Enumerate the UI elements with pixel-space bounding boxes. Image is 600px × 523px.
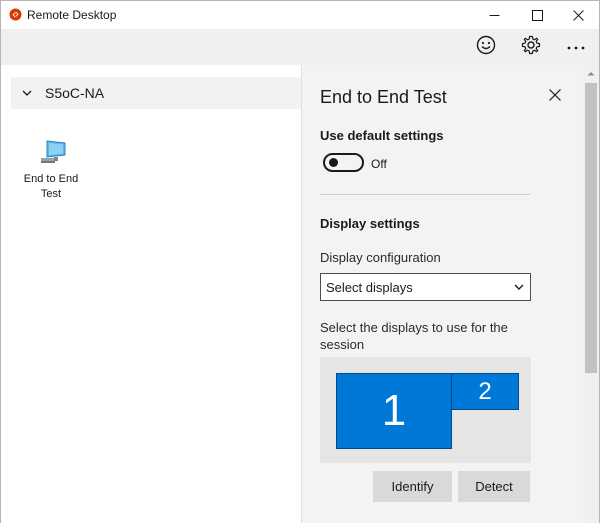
display-2-number: 2 [478,377,492,405]
use-default-settings-toggle[interactable] [323,153,364,172]
display-configuration-select[interactable]: Select displays [320,273,531,301]
window-title: Remote Desktop [27,8,117,22]
smiley-icon [476,35,496,60]
close-icon [572,9,584,21]
panel-title: End to End Test [320,87,447,107]
minimize-icon [489,10,500,21]
connection-tile-label: End to End Test [23,173,79,200]
chevron-up-icon [587,63,595,81]
maximize-icon [531,9,543,21]
settings-button[interactable] [515,32,547,62]
minimize-button[interactable] [471,1,517,29]
detect-button[interactable]: Detect [458,471,530,502]
scrollbar-thumb[interactable] [585,83,597,373]
connections-pane: S5oC-NA End to End Test [1,65,301,523]
panel-scrollbar[interactable] [583,65,599,523]
display-settings-heading: Display settings [320,216,420,231]
remote-desktop-window: Remote Desktop S5oC-NA End to End Test E… [0,0,600,523]
scroll-up-button[interactable] [583,65,599,79]
toggle-state-label: Off [371,157,387,171]
display-1[interactable]: 1 [336,373,452,449]
window-close-button[interactable] [555,1,600,29]
more-icon [566,38,586,56]
panel-close-button[interactable] [545,87,565,107]
pc-monitor-icon [39,139,69,165]
maximize-button[interactable] [514,1,560,29]
group-header-s5oc-na[interactable]: S5oC-NA [11,77,301,109]
chevron-down-icon [22,88,32,98]
display-configuration-value: Select displays [326,279,413,295]
connection-settings-panel: End to End Test Use default settings Off… [301,65,599,523]
toggle-knob [329,158,338,167]
use-default-settings-label: Use default settings [320,128,444,143]
display-arrangement-area: 1 2 [320,357,531,463]
display-2[interactable]: 2 [451,373,519,410]
connection-tile[interactable]: End to End Test [15,137,87,207]
remote-desktop-app-icon [9,8,22,21]
select-displays-label: Select the displays to use for the sessi… [320,320,508,352]
divider [320,194,530,195]
display-configuration-label: Display configuration [320,250,441,265]
display-1-number: 1 [381,386,407,435]
more-options-button[interactable] [560,32,592,62]
identify-button[interactable]: Identify [373,471,452,502]
app-toolbar [1,29,599,65]
title-bar[interactable]: Remote Desktop [1,1,599,29]
feedback-button[interactable] [470,32,502,62]
group-name: S5oC-NA [45,85,105,101]
chevron-down-icon [514,282,524,292]
close-icon [549,88,561,106]
gear-icon [521,35,541,60]
